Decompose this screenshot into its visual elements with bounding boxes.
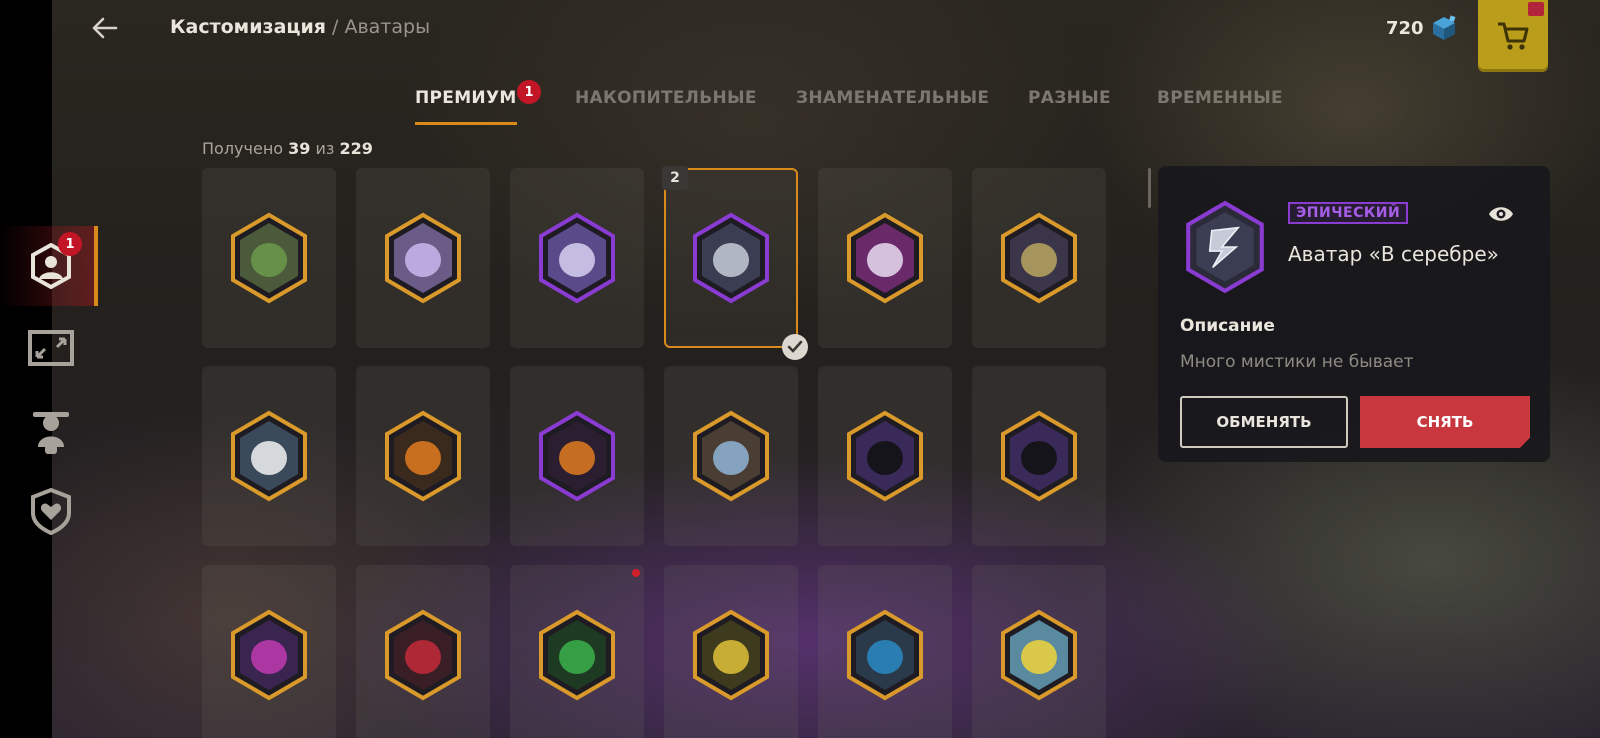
avatar-card[interactable]	[818, 168, 952, 348]
currency-display: 720	[1386, 15, 1458, 41]
sidebar-active-indicator	[94, 226, 98, 306]
collection-counter: Получено 39 из 229	[202, 139, 373, 158]
avatar-card[interactable]: 2	[662, 166, 808, 360]
avatar-card[interactable]	[356, 565, 490, 738]
rose-avatar-icon	[385, 609, 461, 701]
character-icon	[33, 412, 69, 454]
gift-icon	[1528, 2, 1544, 16]
new-item-dot	[632, 569, 640, 577]
sidebar-notification-badge: 1	[58, 232, 82, 256]
signpost-avatar-icon	[1001, 212, 1077, 304]
avatar-card[interactable]	[356, 366, 490, 546]
remove-button[interactable]: СНЯТЬ	[1360, 396, 1530, 448]
lightning-pixel-avatar-icon	[847, 212, 923, 304]
tab-temporary[interactable]: ВРЕМЕННЫЕ	[1157, 88, 1283, 122]
tab-cumulative[interactable]: НАКОПИТЕЛЬНЫЕ	[575, 88, 757, 122]
yellow-sub-avatar-icon	[693, 609, 769, 701]
sidebar-item-frames[interactable]	[22, 319, 80, 377]
clover-avatar-icon	[539, 609, 615, 701]
tab-notable[interactable]: ЗНАМЕНАТЕЛЬНЫЕ	[796, 88, 989, 122]
pumpkin-purple-avatar-icon	[539, 410, 615, 502]
cube-currency-icon	[1432, 15, 1456, 40]
breadcrumb: Кастомизация / Аватары	[170, 16, 431, 38]
mushroom-avatar-icon	[231, 609, 307, 701]
lightning-lilac-avatar-icon	[385, 212, 461, 304]
equipped-check-icon	[782, 334, 808, 360]
black-cat-purple-avatar-icon	[1001, 410, 1077, 502]
breadcrumb-current: Аватары	[344, 16, 431, 38]
exchange-button[interactable]: ОБМЕНЯТЬ	[1180, 396, 1348, 448]
rarity-badge: ЭПИЧЕСКИЙ	[1288, 202, 1409, 224]
description-heading: Описание	[1180, 316, 1275, 336]
frame-icon	[28, 330, 74, 366]
avatar-card[interactable]	[818, 366, 952, 546]
avatar-card[interactable]	[972, 366, 1106, 546]
tab-notification-badge: 1	[517, 80, 541, 104]
avatar-name: Аватар «В серебре»	[1288, 242, 1499, 266]
avatar-card[interactable]	[664, 366, 798, 546]
preview-button[interactable]	[1488, 204, 1514, 224]
avatar-card[interactable]	[202, 168, 336, 348]
cart-icon	[1498, 22, 1529, 50]
avatar-card[interactable]	[510, 168, 644, 348]
pumpkin-gold-avatar-icon	[385, 410, 461, 502]
shop-cart-button[interactable]	[1478, 0, 1548, 72]
sidebar-item-characters[interactable]	[22, 402, 80, 460]
avatar-card[interactable]	[202, 366, 336, 546]
avatar-detail-panel: ЭПИЧЕСКИЙ Аватар «В серебре» Описание Мн…	[1158, 166, 1550, 462]
avatar-card[interactable]	[510, 565, 644, 738]
arrow-left-icon	[92, 17, 118, 39]
heart-shield-icon	[31, 487, 71, 535]
description-text: Много мистики не бывает	[1180, 352, 1414, 372]
eye-icon	[1489, 207, 1513, 221]
lightning-silver-avatar-icon	[693, 212, 769, 304]
total-count: 229	[339, 139, 373, 158]
selected-avatar-preview-icon	[1186, 200, 1264, 294]
received-count: 39	[288, 139, 311, 158]
crystal-rock-avatar-icon	[693, 410, 769, 502]
tab-misc[interactable]: РАЗНЫЕ	[1028, 88, 1111, 122]
sidebar-item-favorites[interactable]	[22, 482, 80, 540]
avatar-card[interactable]	[356, 168, 490, 348]
avatar-card[interactable]	[818, 565, 952, 738]
avatar-card[interactable]	[664, 565, 798, 738]
currency-amount: 720	[1386, 17, 1424, 39]
black-cat-gold-avatar-icon	[847, 410, 923, 502]
avatar-card[interactable]	[202, 565, 336, 738]
rubber-duck-avatar-icon	[1001, 609, 1077, 701]
breadcrumb-root[interactable]: Кастомизация	[170, 16, 326, 38]
lightning-purple-avatar-icon	[539, 212, 615, 304]
scarab-avatar-icon	[847, 609, 923, 701]
back-button[interactable]	[86, 12, 126, 44]
tab-premium[interactable]: ПРЕМИУМ	[415, 88, 517, 125]
avatar-card[interactable]	[510, 366, 644, 546]
snowman-avatar-icon	[231, 410, 307, 502]
avatar-card[interactable]	[972, 168, 1106, 348]
equipped-slot-number: 2	[662, 166, 688, 190]
turtle-avatar-icon	[231, 212, 307, 304]
game-background: Кастомизация / Аватары 720 ПРЕМИУМ НАКОП…	[52, 0, 1600, 738]
grid-scrollbar[interactable]	[1148, 168, 1151, 208]
avatar-card[interactable]	[972, 565, 1106, 738]
